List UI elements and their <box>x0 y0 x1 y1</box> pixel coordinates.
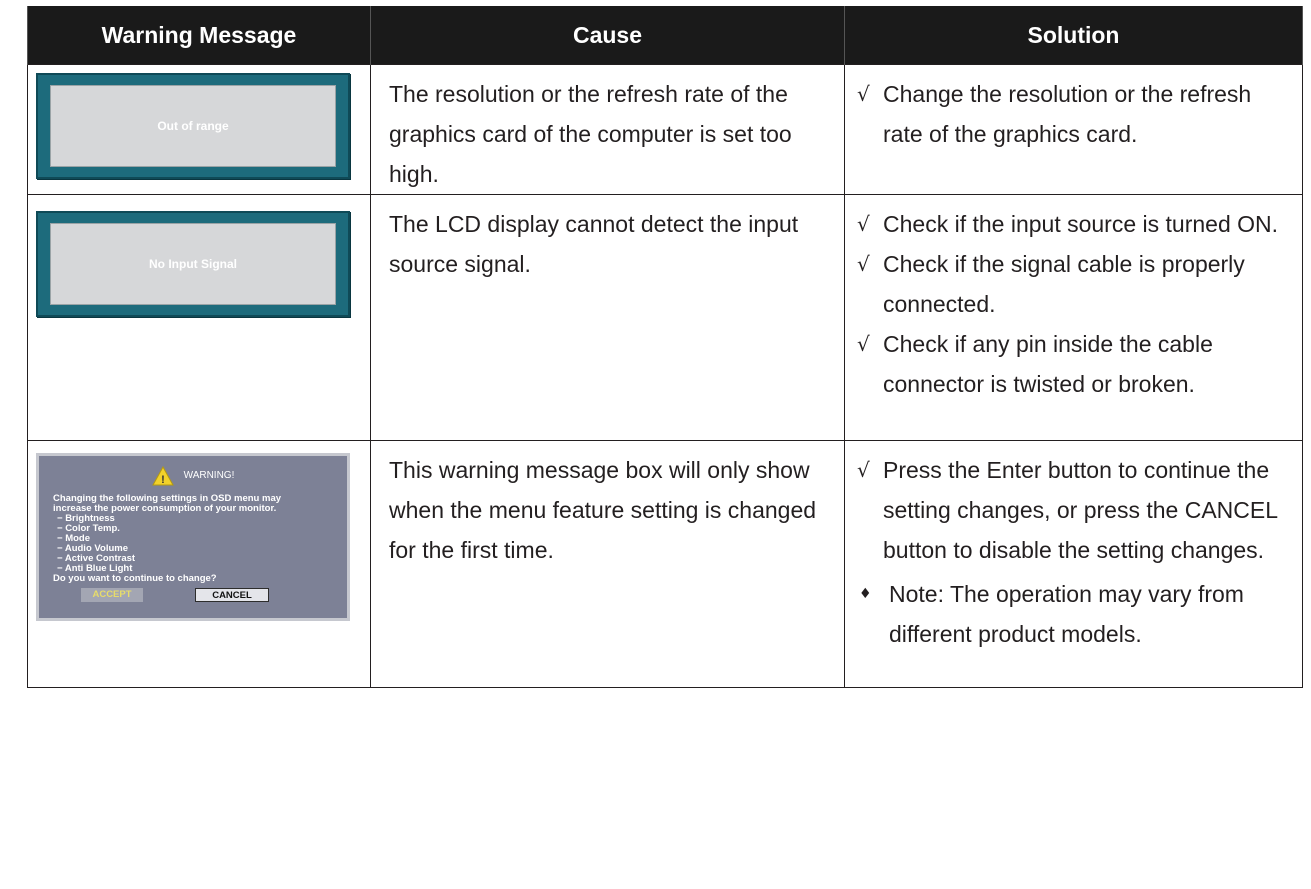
solution-cell: √ Press the Enter button to continue the… <box>844 440 1303 688</box>
warning-body: Changing the following settings in OSD m… <box>53 494 333 584</box>
table-header-row: Warning Message Cause Solution <box>27 6 1303 65</box>
warning-title: WARNING! <box>183 470 235 481</box>
header-cause: Cause <box>370 6 845 65</box>
table-row: ! WARNING! Changing the following settin… <box>27 440 1303 688</box>
warning-question: Do you want to continue to change? <box>53 573 217 584</box>
solution-item: √ Change the resolution or the refresh r… <box>857 74 1292 154</box>
warning-buttons: ACCEPT CANCEL <box>53 588 333 602</box>
solution-text: Check if the input source is turned ON. <box>883 211 1279 237</box>
cause-cell: This warning message box will only show … <box>370 440 845 688</box>
diamond-bullet-icon: ♦ <box>859 586 872 602</box>
warning-message-cell: Out of range <box>27 64 371 195</box>
warning-setting-item: − Color Temp. <box>57 523 120 534</box>
osd-message-text: No Input Signal <box>50 223 336 305</box>
warning-message-cell: No Input Signal <box>27 194 371 441</box>
header-solution: Solution <box>844 6 1303 65</box>
accept-button[interactable]: ACCEPT <box>81 588 143 602</box>
warning-header: ! WARNING! <box>53 466 333 486</box>
solution-text: Check if the signal cable is properly co… <box>883 251 1245 317</box>
solution-item: √ Check if the signal cable is properly … <box>857 244 1292 324</box>
osd-out-of-range-screen: Out of range <box>36 73 350 179</box>
solution-text: Press the Enter button to continue the s… <box>883 457 1278 563</box>
table-row: Out of range The resolution or the refre… <box>27 64 1303 195</box>
solution-item: ♦ Note: The operation may vary from diff… <box>857 574 1292 654</box>
solution-text: Change the resolution or the refresh rat… <box>883 81 1252 147</box>
svg-text:!: ! <box>161 474 165 486</box>
osd-message-text: Out of range <box>50 85 336 167</box>
check-mark-icon: √ <box>857 252 870 276</box>
check-mark-icon: √ <box>857 212 870 236</box>
check-mark-icon: √ <box>857 82 870 106</box>
osd-no-input-screen: No Input Signal <box>36 211 350 317</box>
header-warning-message: Warning Message <box>27 6 371 65</box>
solution-item: √ Check if any pin inside the cable conn… <box>857 324 1292 404</box>
cancel-button[interactable]: CANCEL <box>195 588 269 602</box>
solution-text: Check if any pin inside the cable connec… <box>883 331 1213 397</box>
warning-triangle-icon: ! <box>151 466 174 486</box>
osd-warning-dialog: ! WARNING! Changing the following settin… <box>36 453 350 621</box>
solution-item: √ Check if the input source is turned ON… <box>857 204 1292 244</box>
check-mark-icon: √ <box>857 458 870 482</box>
check-mark-icon: √ <box>857 332 870 356</box>
table-row: No Input Signal The LCD display cannot d… <box>27 194 1303 441</box>
solution-text: Note: The operation may vary from differ… <box>889 581 1244 647</box>
solution-cell: √ Change the resolution or the refresh r… <box>844 64 1303 195</box>
solution-cell: √ Check if the input source is turned ON… <box>844 194 1303 441</box>
troubleshooting-table: Warning Message Cause Solution Out of ra… <box>27 6 1303 688</box>
cause-cell: The resolution or the refresh rate of th… <box>370 64 845 195</box>
cause-cell: The LCD display cannot detect the input … <box>370 194 845 441</box>
warning-message-cell: ! WARNING! Changing the following settin… <box>27 440 371 688</box>
solution-item: √ Press the Enter button to continue the… <box>857 450 1292 570</box>
